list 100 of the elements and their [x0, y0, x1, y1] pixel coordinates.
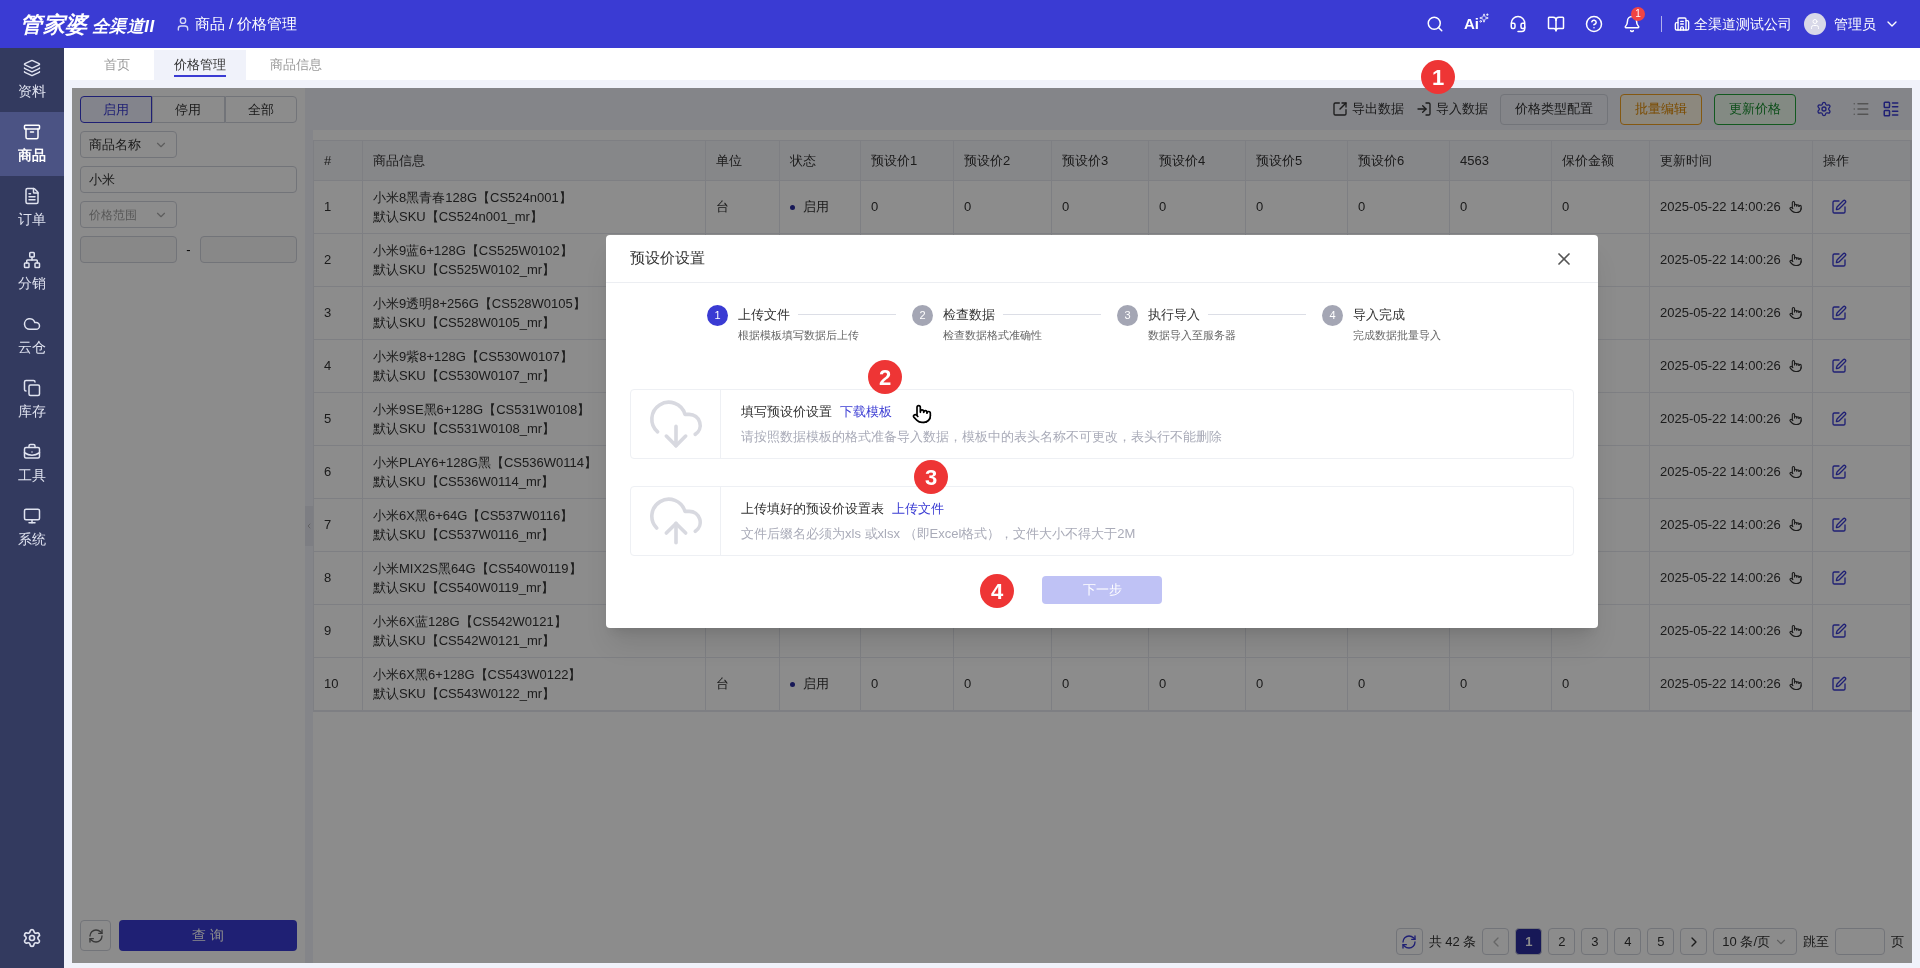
hand-icon[interactable] — [1788, 411, 1802, 427]
max-price-field[interactable] — [200, 236, 297, 263]
reset-button[interactable] — [80, 920, 111, 951]
sku-code: 默认SKU【CS528W0105_mr】 — [373, 314, 556, 332]
edit-icon[interactable] — [1831, 305, 1847, 321]
next-page-button[interactable] — [1680, 928, 1708, 955]
sidebar-item[interactable]: 订单 — [0, 176, 64, 240]
table-cell-text: 0 — [1159, 198, 1167, 217]
status-text: 启用 — [803, 198, 829, 217]
card-link[interactable]: 下载模板 — [840, 401, 892, 421]
edit-icon[interactable] — [1831, 570, 1847, 586]
product-name: 小米8黑青春128G【CS524n001】 — [373, 189, 572, 207]
table-cell-text: 0 — [964, 198, 972, 217]
updated-time: 2025-05-22 14:00:26 — [1660, 410, 1781, 429]
toolbar-link[interactable]: 导出数据 — [1332, 99, 1404, 119]
step-title: 检查数据 — [943, 306, 995, 324]
range-separator: - — [185, 240, 192, 259]
field-select[interactable]: 商品名称 — [80, 131, 177, 158]
search-icon[interactable] — [1426, 15, 1444, 33]
product-name: 小米9紫8+128G【CS530W0107】 — [373, 348, 573, 366]
hand-icon[interactable] — [1788, 252, 1802, 268]
edit-icon[interactable] — [1831, 252, 1847, 268]
row-number: 10 — [324, 675, 339, 694]
company-name[interactable]: 全渠道测试公司 — [1694, 13, 1792, 35]
sparkle-icon — [1479, 12, 1489, 23]
notification-count: 1 — [1631, 7, 1645, 21]
sku-code: 默认SKU【CS524n001_mr】 — [373, 208, 543, 226]
table-cell-text: 0 — [1256, 675, 1264, 694]
product-name: 小米9透明8+256G【CS528W0105】 — [373, 295, 586, 313]
hand-icon[interactable] — [1788, 358, 1802, 374]
status-toggle[interactable]: 停用 — [152, 96, 225, 123]
page-button[interactable]: 3 — [1581, 928, 1609, 955]
sidebar-item[interactable]: 分销 — [0, 240, 64, 304]
card-link[interactable]: 上传文件 — [892, 498, 944, 518]
page-button[interactable]: 4 — [1614, 928, 1642, 955]
product-name: 小米9SE黑6+128G【CS531W0108】 — [373, 401, 591, 419]
collapse-handle[interactable] — [305, 505, 313, 546]
hand-icon[interactable] — [1788, 199, 1802, 215]
row-number: 7 — [324, 516, 332, 535]
ai-button[interactable]: Ai — [1464, 12, 1489, 36]
page-tab[interactable]: 首页 — [84, 50, 150, 80]
sidebar-item[interactable]: 工具 — [0, 432, 64, 496]
page-size-select[interactable]: 10 条/页 — [1713, 928, 1797, 955]
hand-icon[interactable] — [1788, 517, 1802, 533]
edit-icon[interactable] — [1831, 411, 1847, 427]
help-icon[interactable] — [1585, 15, 1603, 33]
hand-icon[interactable] — [1788, 464, 1802, 480]
bell-icon[interactable] — [1623, 15, 1641, 33]
edit-icon[interactable] — [1831, 676, 1847, 692]
step-number: 3 — [1117, 305, 1138, 326]
toolbar-button[interactable]: 价格类型配置 — [1500, 93, 1608, 125]
page-tab[interactable]: 商品信息 — [250, 50, 342, 80]
jump-page-field[interactable] — [1835, 928, 1885, 955]
sku-code: 默认SKU【CS530W0107_mr】 — [373, 367, 556, 385]
table-cell-text: 0 — [1562, 198, 1570, 217]
query-button[interactable]: 查 询 — [119, 920, 297, 951]
page-button[interactable]: 1 — [1515, 928, 1543, 955]
step-description: 数据导入至服务器 — [1148, 327, 1237, 343]
table-cell-text: 0 — [1460, 675, 1468, 694]
edit-icon[interactable] — [1831, 358, 1847, 374]
sidebar-item[interactable]: 资料 — [0, 48, 64, 112]
hand-icon[interactable] — [1788, 570, 1802, 586]
stack-icon — [23, 378, 41, 397]
page-tab[interactable]: 价格管理 — [154, 50, 246, 80]
updated-time: 2025-05-22 14:00:26 — [1660, 198, 1781, 217]
row-number: 5 — [324, 410, 332, 429]
refresh-button[interactable] — [1395, 928, 1423, 955]
sidebar-item[interactable]: 商品 — [0, 112, 64, 176]
card-view-icon[interactable] — [1882, 100, 1900, 118]
import-icon — [1416, 101, 1432, 117]
sidebar-item[interactable]: 系统 — [0, 496, 64, 560]
status-toggle[interactable]: 全部 — [224, 96, 297, 123]
step-number: 4 — [1322, 305, 1343, 326]
status-toggle[interactable]: 启用 — [80, 96, 153, 123]
column-header: 状态 — [790, 151, 816, 170]
user-name[interactable]: 管理员 — [1834, 13, 1876, 35]
headset-icon[interactable] — [1509, 15, 1527, 33]
sku-code: 默认SKU【CS531W0108_mr】 — [373, 420, 556, 438]
page-button[interactable]: 2 — [1548, 928, 1576, 955]
hand-icon[interactable] — [1788, 623, 1802, 639]
toolbar-button[interactable]: 更新价格 — [1714, 93, 1796, 125]
settings-icon[interactable] — [1816, 101, 1832, 117]
avatar[interactable] — [1804, 13, 1826, 35]
min-price-field[interactable] — [80, 236, 177, 263]
toolbar-link[interactable]: 导入数据 — [1416, 99, 1488, 119]
hand-icon[interactable] — [1788, 676, 1802, 692]
book-icon[interactable] — [1547, 15, 1565, 33]
edit-icon[interactable] — [1831, 623, 1847, 639]
sku-code: 默认SKU【CS542W0121_mr】 — [373, 632, 556, 650]
row-number: 1 — [324, 198, 332, 217]
sidebar-item[interactable]: 库存 — [0, 368, 64, 432]
edit-icon[interactable] — [1831, 199, 1847, 215]
person-icon — [1809, 18, 1821, 30]
hand-icon[interactable] — [1788, 305, 1802, 321]
edit-icon[interactable] — [1831, 517, 1847, 533]
keyword-field[interactable]: 小米 — [80, 166, 297, 193]
table-cell-text: 0 — [1062, 675, 1070, 694]
page-button[interactable]: 5 — [1647, 928, 1675, 955]
sidebar-item[interactable]: 云仓 — [0, 304, 64, 368]
edit-icon[interactable] — [1831, 464, 1847, 480]
